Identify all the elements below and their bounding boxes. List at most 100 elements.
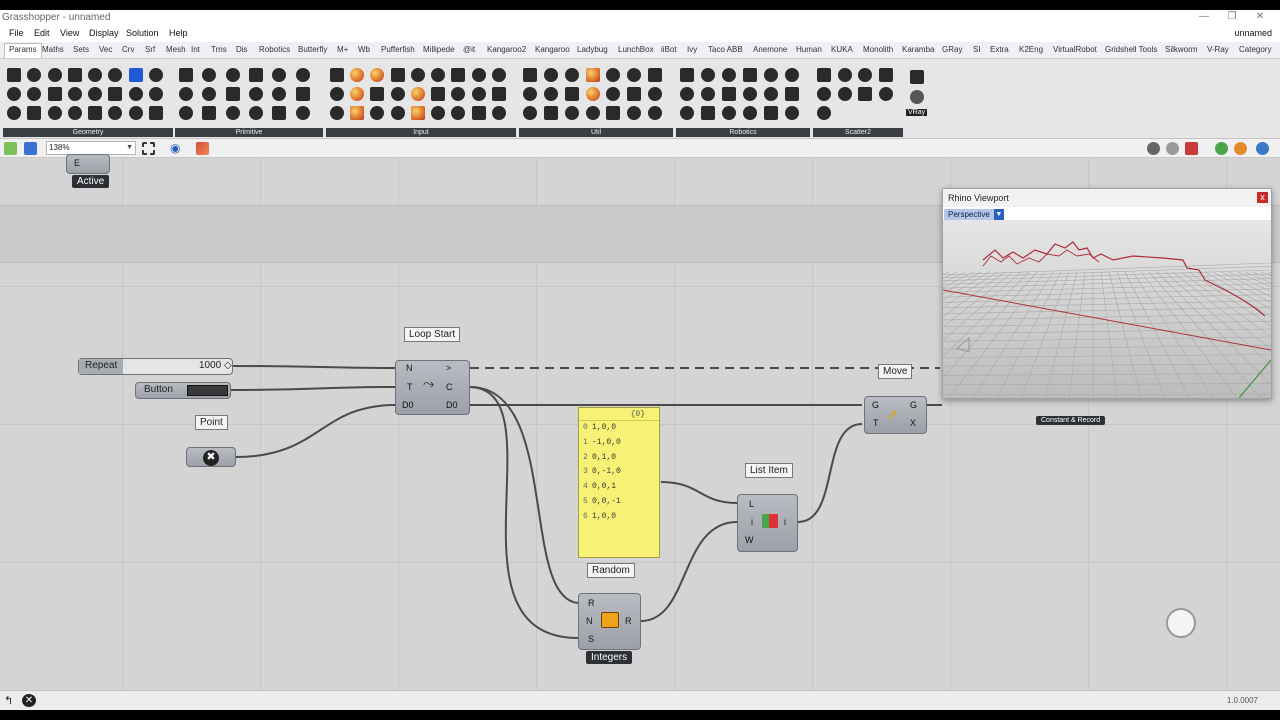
tab-anemone[interactable]: Anemone (753, 45, 787, 54)
component-icon[interactable] (523, 68, 537, 82)
component-icon[interactable] (564, 87, 579, 101)
component-icon[interactable] (648, 68, 663, 82)
tab-human[interactable]: Human (796, 45, 822, 54)
point-component[interactable]: ✖ (186, 447, 236, 467)
tab-vec[interactable]: Vec (99, 45, 112, 54)
component-icon[interactable] (390, 68, 405, 82)
component-icon[interactable] (785, 106, 799, 120)
component-icon[interactable] (471, 68, 486, 82)
component-icon[interactable] (785, 68, 799, 82)
component-icon[interactable] (491, 68, 506, 82)
component-icon[interactable] (330, 106, 344, 120)
component-icon[interactable] (543, 106, 558, 120)
component-icon[interactable] (370, 87, 385, 101)
component-icon[interactable] (764, 87, 778, 101)
tab-gray[interactable]: GRay (942, 45, 962, 54)
component-icon[interactable] (128, 106, 143, 120)
zoom-extents-icon[interactable] (142, 142, 155, 155)
tab-karamba[interactable]: Karamba (902, 45, 934, 54)
component-icon[interactable] (295, 106, 310, 120)
component-icon[interactable] (128, 87, 143, 101)
menu-display[interactable]: Display (89, 28, 119, 38)
component-icon[interactable] (108, 87, 123, 101)
viewport-titlebar[interactable]: Rhino Viewport (943, 189, 1271, 207)
tab-trns[interactable]: Trns (211, 45, 227, 54)
viewport-close-icon[interactable]: x (1257, 192, 1268, 203)
tab-dis[interactable]: Dis (236, 45, 248, 54)
component-icon[interactable] (837, 87, 852, 101)
preview-shaded-icon[interactable] (1185, 142, 1198, 155)
cancel-icon[interactable]: ✕ (22, 694, 36, 707)
component-icon[interactable] (858, 68, 872, 82)
yellow-panel[interactable]: {0} 0 1,0,0 1 -1,0,0 2 0,1,0 3 0,-1,0 4 0,0,1… (578, 407, 660, 558)
component-icon[interactable] (202, 106, 217, 120)
component-icon[interactable] (330, 68, 344, 82)
component-icon[interactable] (225, 68, 240, 82)
sketch-pen-icon[interactable] (196, 142, 209, 155)
component-icon[interactable] (743, 106, 757, 120)
component-icon[interactable] (585, 106, 600, 120)
tab-monolith[interactable]: Monolith (863, 45, 893, 54)
component-icon[interactable] (295, 68, 310, 82)
tab-virtualrobot[interactable]: VirtualRobot (1053, 45, 1097, 54)
component-icon[interactable] (817, 68, 831, 82)
component-icon[interactable] (47, 87, 62, 101)
random-component[interactable]: R N S R (578, 593, 641, 650)
component-icon[interactable] (249, 87, 263, 101)
component-icon[interactable] (88, 87, 102, 101)
tab-m-[interactable]: M+ (337, 45, 348, 54)
tab-gridshell-tools[interactable]: Gridshell Tools (1105, 45, 1157, 54)
component-icon[interactable] (837, 68, 852, 82)
tab-category[interactable]: Category (1239, 45, 1271, 54)
component-icon[interactable] (225, 106, 240, 120)
component-icon[interactable] (680, 87, 694, 101)
component-icon[interactable] (225, 87, 240, 101)
component-icon[interactable] (27, 68, 42, 82)
component-icon[interactable] (606, 87, 621, 101)
component-icon[interactable] (627, 87, 642, 101)
tab-maths[interactable]: Maths (42, 45, 64, 54)
component-icon[interactable] (585, 68, 600, 82)
component-icon[interactable] (764, 106, 778, 120)
tab-lunchbox[interactable]: LunchBox (618, 45, 654, 54)
component-icon[interactable] (7, 87, 21, 101)
component-icon[interactable] (431, 106, 446, 120)
undo-icon[interactable]: ↰ (4, 694, 18, 707)
component-icon[interactable] (743, 68, 757, 82)
tab-srf[interactable]: Srf (145, 45, 155, 54)
tab-extra[interactable]: Extra (990, 45, 1009, 54)
component-icon[interactable] (606, 68, 621, 82)
tab-mesh[interactable]: Mesh (166, 45, 186, 54)
component-icon[interactable] (27, 87, 42, 101)
component-icon[interactable] (410, 68, 425, 82)
component-icon[interactable] (148, 68, 163, 82)
tab-wb[interactable]: Wb (358, 45, 370, 54)
component-icon[interactable] (350, 87, 365, 101)
tab--it[interactable]: @it (463, 45, 475, 54)
component-icon[interactable] (179, 68, 193, 82)
close-window-icon[interactable]: ✕ (1252, 11, 1268, 22)
tab-pufferfish[interactable]: Pufferfish (381, 45, 415, 54)
component-icon[interactable] (370, 106, 385, 120)
component-icon[interactable] (606, 106, 621, 120)
tab-k2eng[interactable]: K2Eng (1019, 45, 1043, 54)
cursor-snap-icon[interactable] (1166, 608, 1196, 638)
component-icon[interactable] (179, 106, 193, 120)
component-icon[interactable] (627, 106, 642, 120)
component-icon[interactable] (722, 68, 736, 82)
tab-millipede[interactable]: Millipede (423, 45, 455, 54)
component-icon[interactable] (27, 106, 42, 120)
component-icon[interactable] (471, 106, 486, 120)
menu-solution[interactable]: Solution (126, 28, 159, 38)
component-icon[interactable] (88, 106, 102, 120)
component-icon[interactable] (701, 106, 715, 120)
component-icon[interactable] (878, 87, 893, 101)
component-icon[interactable] (108, 106, 123, 120)
component-icon[interactable] (67, 106, 82, 120)
component-icon[interactable] (564, 106, 579, 120)
component-icon[interactable] (431, 68, 446, 82)
component-icon[interactable] (272, 68, 287, 82)
component-icon[interactable] (108, 68, 123, 82)
tab-int[interactable]: Int (191, 45, 200, 54)
menu-edit[interactable]: Edit (34, 28, 50, 38)
